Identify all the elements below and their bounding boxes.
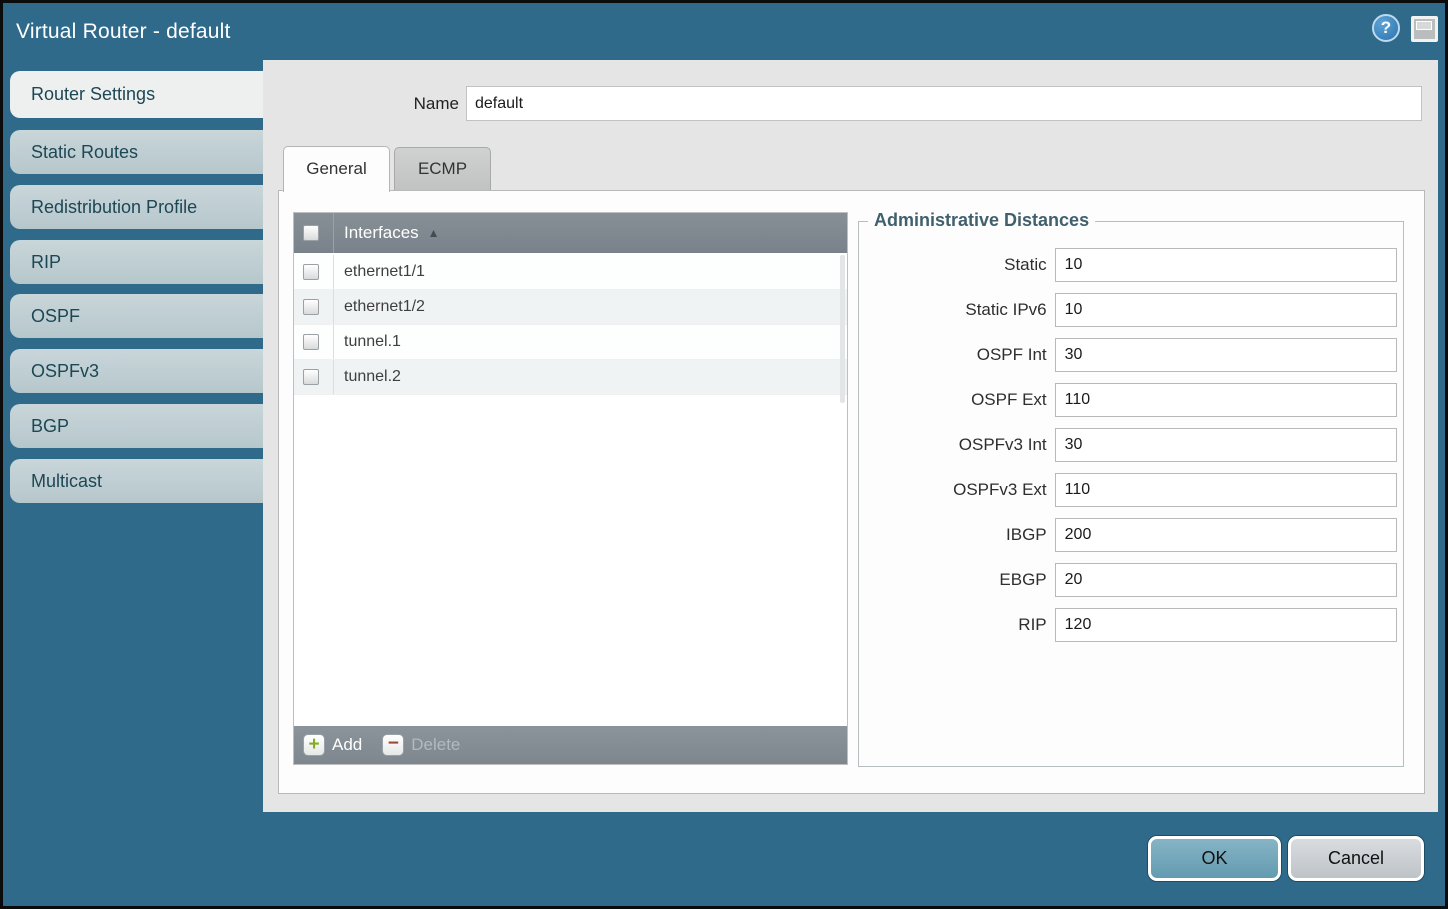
table-row[interactable]: ethernet1/1 xyxy=(294,255,847,290)
ospfv3-int-input[interactable] xyxy=(1055,428,1397,462)
field-ospf-int: OSPF Int xyxy=(859,338,1403,372)
name-input[interactable] xyxy=(466,86,1422,121)
ospf-ext-input[interactable] xyxy=(1055,383,1397,417)
dialog-title: Virtual Router - default xyxy=(16,3,231,60)
dialog-titlebar: Virtual Router - default ? xyxy=(3,3,1445,60)
sidebar-item-ospf[interactable]: OSPF xyxy=(10,294,263,338)
interfaces-header-label: Interfaces xyxy=(344,223,419,243)
ospfv3-ext-input[interactable] xyxy=(1055,473,1397,507)
cancel-button[interactable]: Cancel xyxy=(1288,836,1424,881)
table-footer: + Add − Delete xyxy=(294,726,847,764)
field-ospfv3-int: OSPFv3 Int xyxy=(859,428,1403,462)
field-label: OSPF Int xyxy=(859,345,1047,365)
field-label: OSPF Ext xyxy=(859,390,1047,410)
row-checkbox[interactable] xyxy=(303,369,319,385)
plus-icon: + xyxy=(303,734,325,756)
sidebar-item-ospfv3[interactable]: OSPFv3 xyxy=(10,349,263,393)
row-checkbox[interactable] xyxy=(303,299,319,315)
general-tab-panel: Interfaces ▲ ethernet1/1 ethernet1/2 tun… xyxy=(278,190,1425,794)
ospf-int-input[interactable] xyxy=(1055,338,1397,372)
interface-name: ethernet1/1 xyxy=(344,263,425,281)
ok-button[interactable]: OK xyxy=(1148,836,1281,881)
field-ebgp: EBGP xyxy=(859,563,1403,597)
field-ospfv3-ext: OSPFv3 Ext xyxy=(859,473,1403,507)
field-label: OSPFv3 Ext xyxy=(859,480,1047,500)
table-row[interactable]: tunnel.1 xyxy=(294,325,847,360)
dialog-body: Name General ECMP Interfaces ▲ ethernet1… xyxy=(263,60,1438,812)
field-label: RIP xyxy=(859,615,1047,635)
field-static: Static xyxy=(859,248,1403,282)
virtual-router-dialog: Virtual Router - default ? Router Settin… xyxy=(0,0,1448,909)
static-ipv6-input[interactable] xyxy=(1055,293,1397,327)
row-checkbox[interactable] xyxy=(303,334,319,350)
ibgp-input[interactable] xyxy=(1055,518,1397,552)
window-icon[interactable] xyxy=(1411,16,1438,42)
sidebar-item-static-routes[interactable]: Static Routes xyxy=(10,130,263,174)
field-label: OSPFv3 Int xyxy=(859,435,1047,455)
row-checkbox[interactable] xyxy=(303,264,319,280)
field-label: IBGP xyxy=(859,525,1047,545)
interfaces-column-header[interactable]: Interfaces ▲ xyxy=(294,213,847,253)
sidebar-item-multicast[interactable]: Multicast xyxy=(10,459,263,503)
sidebar-item-rip[interactable]: RIP xyxy=(10,240,263,284)
interfaces-table: Interfaces ▲ ethernet1/1 ethernet1/2 tun… xyxy=(293,212,848,765)
administrative-distances-fieldset: Administrative Distances Static Static I… xyxy=(858,221,1404,767)
table-scrollbar[interactable] xyxy=(840,255,845,403)
ebgp-input[interactable] xyxy=(1055,563,1397,597)
help-icon[interactable]: ? xyxy=(1372,14,1400,42)
interface-name: tunnel.2 xyxy=(344,368,401,386)
field-label: Static IPv6 xyxy=(859,300,1047,320)
field-ibgp: IBGP xyxy=(859,518,1403,552)
tab-ecmp[interactable]: ECMP xyxy=(394,147,491,190)
name-label: Name xyxy=(363,86,459,121)
field-ospf-ext: OSPF Ext xyxy=(859,383,1403,417)
delete-button[interactable]: − Delete xyxy=(382,734,460,756)
add-button[interactable]: + Add xyxy=(303,734,362,756)
sidebar-item-router-settings[interactable]: Router Settings xyxy=(10,71,263,118)
sidebar-item-bgp[interactable]: BGP xyxy=(10,404,263,448)
interface-name: ethernet1/2 xyxy=(344,298,425,316)
window-icon-inner xyxy=(1416,21,1432,30)
static-input[interactable] xyxy=(1055,248,1397,282)
interface-name: tunnel.1 xyxy=(344,333,401,351)
rip-input[interactable] xyxy=(1055,608,1397,642)
table-row[interactable]: ethernet1/2 xyxy=(294,290,847,325)
select-all-cell xyxy=(294,213,334,253)
table-row[interactable]: tunnel.2 xyxy=(294,360,847,395)
tab-general[interactable]: General xyxy=(283,146,390,192)
field-label: Static xyxy=(859,255,1047,275)
select-all-checkbox[interactable] xyxy=(303,225,319,241)
field-rip: RIP xyxy=(859,608,1403,642)
sort-ascending-icon: ▲ xyxy=(428,226,440,240)
minus-icon: − xyxy=(382,734,404,756)
fieldset-legend: Administrative Distances xyxy=(868,210,1095,231)
field-label: EBGP xyxy=(859,570,1047,590)
field-static-ipv6: Static IPv6 xyxy=(859,293,1403,327)
sidebar-item-redistribution-profile[interactable]: Redistribution Profile xyxy=(10,185,263,229)
